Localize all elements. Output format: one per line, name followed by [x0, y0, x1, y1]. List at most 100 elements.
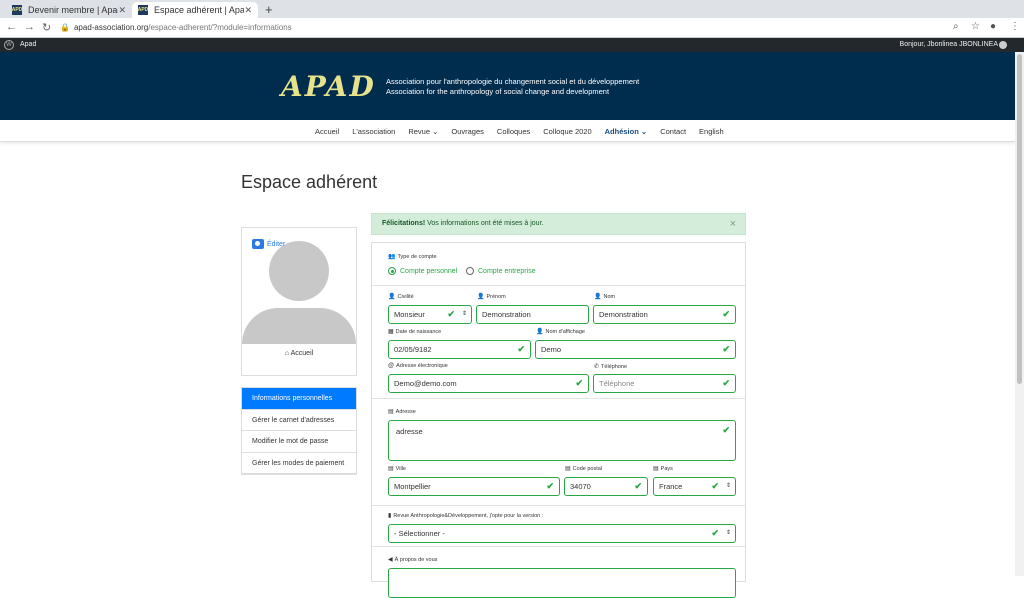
- close-icon[interactable]: ×: [730, 214, 736, 234]
- site-tagline: Association pour l'anthropologie du chan…: [386, 77, 639, 97]
- url-domain: apad-association.org: [73, 23, 149, 32]
- birthdate-input[interactable]: 02/05/9182 ✔: [388, 340, 531, 359]
- firstname-label: 👤 Prénom: [477, 294, 506, 300]
- nav-colloques[interactable]: Colloques: [497, 127, 530, 136]
- radio-dot: [466, 267, 474, 275]
- nav-colloque-2020[interactable]: Colloque 2020: [543, 127, 591, 136]
- nav-english[interactable]: English: [699, 127, 724, 136]
- back-icon[interactable]: ←: [6, 21, 17, 33]
- user-icon: 👤: [477, 294, 485, 300]
- sidebar-item-password[interactable]: Modifier le mot de passe: [242, 431, 356, 453]
- wp-admin-bar: W Apad Bonjour, Jbonlinea JBONLINEA: [0, 38, 1024, 52]
- bookmark-star-icon[interactable]: ☆: [971, 21, 980, 32]
- page-scrollbar[interactable]: [1015, 52, 1024, 576]
- city-input[interactable]: Montpellier ✔: [388, 477, 560, 496]
- user-avatar-icon[interactable]: [999, 41, 1007, 49]
- display-name-input[interactable]: Demo ✔: [535, 340, 736, 359]
- nav-accueil[interactable]: Accueil: [315, 127, 339, 136]
- valid-check-icon: ✔: [722, 425, 730, 435]
- tab-espace-adherent[interactable]: APD Espace adhérent | Apad ✕: [132, 2, 258, 18]
- new-tab-icon[interactable]: +: [265, 2, 273, 17]
- birthdate-label: ▦ Date de naissance: [388, 329, 442, 335]
- lock-icon: 🔒: [60, 23, 70, 32]
- sidebar-item-informations[interactable]: Informations personnelles: [242, 388, 356, 410]
- account-type-section: 👥 Type de compte Compte personnel Compte …: [372, 243, 745, 286]
- select-arrows-icon: ⇕: [725, 483, 731, 489]
- scrollbar-thumb[interactable]: [1017, 54, 1022, 384]
- building-icon: ▤: [388, 409, 394, 415]
- identity-section: 👤 Civilité Monsieur ✔ ⇕ 👤 Prénom Demonstrati…: [372, 286, 745, 399]
- address-textarea[interactable]: adresse ✔: [388, 420, 736, 461]
- radio-dot: [388, 267, 396, 275]
- country-select[interactable]: France ✔ ⇕: [653, 477, 736, 496]
- edit-photo-button[interactable]: Éditer: [252, 239, 285, 249]
- profile-icon[interactable]: ●: [990, 21, 996, 32]
- postcode-label: ▤ Code postal: [565, 466, 603, 472]
- forward-icon[interactable]: →: [24, 21, 35, 33]
- avatar-body: [242, 308, 356, 344]
- address-bar: ← → ↻ 🔒 apad-association.org/espace-adher…: [0, 18, 1024, 38]
- profile-form: 👥 Type de compte Compte personnel Compte …: [371, 242, 746, 598]
- nav-revue[interactable]: Revue ⌄: [408, 127, 438, 136]
- close-tab-icon[interactable]: ✕: [118, 5, 126, 16]
- phone-icon: ✆: [594, 364, 600, 370]
- wp-site-link[interactable]: Apad: [20, 41, 36, 48]
- radio-company[interactable]: Compte entreprise: [466, 267, 536, 275]
- nav-contact[interactable]: Contact: [660, 127, 686, 136]
- city-icon: ▤: [388, 466, 394, 472]
- sidebar-item-address-book[interactable]: Gérer le carnet d'adresses: [242, 409, 356, 431]
- close-tab-icon[interactable]: ✕: [244, 5, 252, 16]
- zoom-icon[interactable]: ⌕: [953, 21, 959, 32]
- nav-adhesion[interactable]: Adhésion ⌄: [605, 127, 648, 136]
- journal-select[interactable]: - Sélectionner - ✔ ⇕: [388, 524, 736, 543]
- site-logo[interactable]: APAD: [281, 70, 376, 103]
- url-path: /espace-adherent/?module=informations: [148, 23, 292, 32]
- valid-check-icon: ✔: [722, 309, 730, 319]
- display-name-label: 👤 Nom d'affichage: [536, 329, 585, 335]
- valid-check-icon: ✔: [517, 344, 525, 354]
- account-type-label: 👥 Type de compte: [388, 254, 437, 260]
- address-section: ▤ Adresse adresse ✔ ▤ Ville Montpellier ✔ ▤ C…: [372, 399, 745, 506]
- civility-select[interactable]: Monsieur ✔ ⇕: [388, 305, 472, 324]
- valid-check-icon: ✔: [711, 528, 719, 538]
- megaphone-icon: ◀: [388, 557, 393, 563]
- browser-chrome: APD Devenir membre | Apad ✕ APD Espace a…: [0, 0, 1024, 38]
- building-icon: ▤: [565, 466, 571, 472]
- users-icon: 👥: [388, 254, 396, 260]
- address-label: ▤ Adresse: [388, 409, 416, 415]
- firstname-input[interactable]: Demonstration: [476, 305, 589, 324]
- valid-check-icon: ✔: [575, 378, 583, 388]
- profile-home-link[interactable]: ⌂ Accueil: [242, 350, 356, 357]
- sidebar-item-payment[interactable]: Gérer les modes de paiement: [242, 452, 356, 474]
- lastname-input[interactable]: Demonstration ✔: [593, 305, 736, 324]
- wp-greeting[interactable]: Bonjour, Jbonlinea JBONLINEA: [900, 41, 998, 48]
- about-textarea[interactable]: [388, 568, 736, 598]
- wordpress-logo-icon[interactable]: W: [4, 40, 14, 50]
- nav-association[interactable]: L'association: [352, 127, 395, 136]
- menu-dots-icon[interactable]: ⋮: [1010, 21, 1020, 32]
- about-label: ◀ À propos de vous: [388, 557, 438, 563]
- select-arrows-icon: ⇕: [461, 311, 467, 317]
- tagline-en: Association for the anthropology of soci…: [386, 87, 610, 96]
- tab-strip: APD Devenir membre | Apad ✕ APD Espace a…: [0, 0, 1024, 18]
- valid-check-icon: ✔: [447, 309, 455, 319]
- avatar-head: [269, 241, 329, 301]
- valid-check-icon: ✔: [722, 344, 730, 354]
- user-secret-icon: 👤: [536, 329, 544, 335]
- select-arrows-icon: ⇕: [725, 530, 731, 536]
- at-icon: @: [388, 363, 395, 369]
- url-field[interactable]: 🔒 apad-association.org/espace-adherent/?m…: [60, 20, 1000, 36]
- success-alert: Félicitations! Vos informations ont été …: [371, 213, 746, 235]
- tab-title: Devenir membre | Apad: [28, 5, 119, 15]
- postcode-input[interactable]: 34070 ✔: [564, 477, 648, 496]
- tab-devenir-membre[interactable]: APD Devenir membre | Apad ✕: [6, 2, 132, 18]
- reload-icon[interactable]: ↻: [42, 21, 51, 34]
- radio-personal[interactable]: Compte personnel: [388, 267, 457, 275]
- nav-ouvrages[interactable]: Ouvrages: [451, 127, 484, 136]
- tab-title: Espace adhérent | Apad: [154, 5, 245, 15]
- valid-check-icon: ✔: [722, 378, 730, 388]
- user-icon: 👤: [594, 294, 602, 300]
- page-title: Espace adhérent: [241, 172, 378, 192]
- phone-input[interactable]: Téléphone ✔: [593, 374, 736, 393]
- email-input[interactable]: Demo@demo.com ✔: [388, 374, 589, 393]
